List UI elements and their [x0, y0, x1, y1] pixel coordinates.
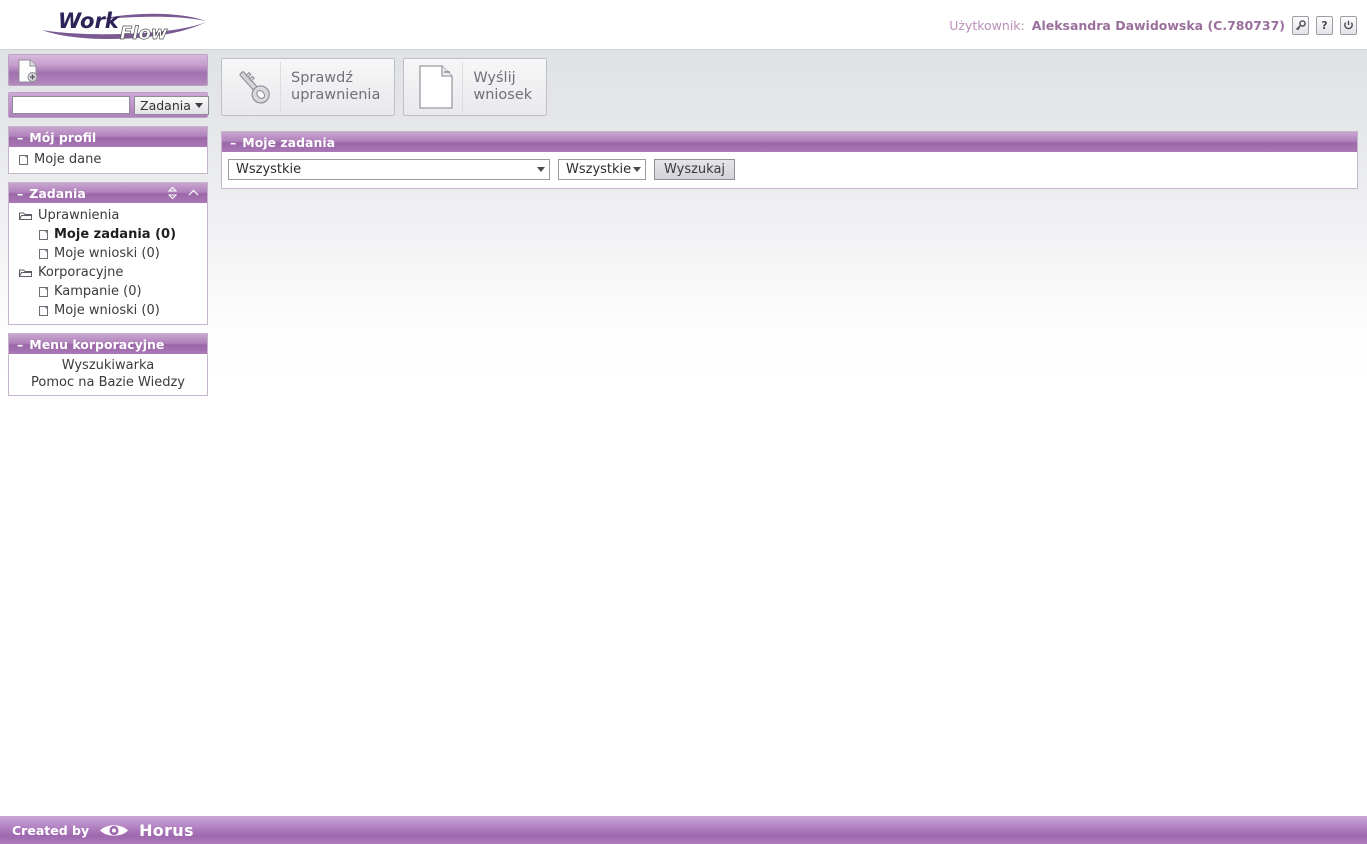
sidebar-item-moje-wnioski-korporacyjne[interactable]: Moje wnioski (0): [9, 301, 207, 320]
search-scope-dropdown[interactable]: Zadania: [134, 95, 209, 115]
page-icon: [19, 154, 28, 165]
page-icon: [39, 305, 48, 316]
panel-corporate-menu-header[interactable]: – Menu korporacyjne: [9, 334, 207, 354]
sidebar-item-label: Kampanie (0): [54, 284, 142, 299]
filter-primary-select[interactable]: Wszystkie: [228, 159, 550, 180]
help-button[interactable]: ?: [1316, 16, 1333, 35]
new-document-icon[interactable]: [17, 59, 39, 87]
panel-my-profile: – Mój profil Moje dane: [8, 126, 208, 174]
filter-secondary-select[interactable]: Wszystkie: [558, 159, 646, 180]
action-label: Wyślij wniosek: [473, 70, 533, 103]
page-icon: [39, 248, 48, 259]
panel-my-profile-body: Moje dane: [9, 147, 207, 173]
panel-tasks-title: Zadania: [29, 185, 86, 201]
user-name: Aleksandra Dawidowska (C.780737): [1031, 18, 1285, 33]
user-label: Użytkownik:: [949, 18, 1025, 33]
top-header-bar: Work Flow Użytkownik: Aleksandra Dawidow…: [0, 0, 1367, 50]
filter-secondary-value: Wszystkie: [566, 162, 632, 177]
panel-tasks-header-icons: [168, 183, 199, 203]
sidebar-item-moje-wnioski-uprawnienia[interactable]: Moje wnioski (0): [9, 244, 207, 263]
quick-actions: Sprawdź uprawnienia Wyślij wniosek: [221, 58, 548, 116]
panel-corporate-menu: – Menu korporacyjne Wyszukiwarka Pomoc n…: [8, 333, 208, 396]
sidebar-item-label: Moje wnioski (0): [54, 246, 160, 261]
main-panel-title: Moje zadania: [242, 134, 336, 150]
panel-my-profile-title: Mój profil: [29, 129, 97, 145]
sidebar-item-label: Moje wnioski (0): [54, 303, 160, 318]
main-panel: – Moje zadania Wszystkie Wszystkie Wyszu…: [221, 131, 1358, 189]
chevron-up-icon[interactable]: [188, 189, 199, 197]
action-wyslij-wniosek[interactable]: Wyślij wniosek: [403, 58, 548, 116]
sidebar-item-label: Korporacyjne: [38, 265, 124, 280]
panel-my-profile-header[interactable]: – Mój profil: [9, 127, 207, 147]
sidebar-search-row: Zadania: [8, 92, 209, 118]
logout-button[interactable]: [1340, 16, 1357, 35]
chevron-down-icon: [194, 102, 203, 108]
sort-updown-icon[interactable]: [168, 187, 177, 199]
link-pomoc-baza-wiedzy[interactable]: Pomoc na Bazie Wiedzy: [9, 374, 207, 391]
footer-bar: Created by Horus: [0, 816, 1367, 844]
sidebar-node-uprawnienia[interactable]: Uprawnienia: [9, 206, 207, 225]
key-icon: [1296, 20, 1306, 31]
page-icon: [39, 286, 48, 297]
new-document-bar[interactable]: [8, 54, 208, 86]
eye-icon: [100, 824, 129, 836]
main-panel-header[interactable]: – Moje zadania: [222, 132, 1357, 152]
sidebar-item-label: Uprawnienia: [38, 208, 120, 223]
page-icon: [39, 229, 48, 240]
key-icon: [228, 62, 281, 112]
power-icon: [1344, 20, 1353, 30]
panel-tasks-header[interactable]: – Zadania: [9, 183, 207, 203]
folder-icon: [19, 269, 32, 277]
sidebar: Zadania – Mój profil Moje dane – Zadania: [8, 54, 209, 396]
sidebar-item-moje-dane[interactable]: Moje dane: [9, 150, 207, 169]
sidebar-item-label: Moje dane: [34, 152, 102, 167]
panel-corporate-menu-title: Menu korporacyjne: [29, 336, 165, 352]
svg-text:Work: Work: [58, 9, 121, 33]
svg-text:Flow: Flow: [120, 23, 168, 44]
folder-icon: [19, 212, 32, 220]
chevron-down-icon: [537, 167, 545, 172]
user-info: Użytkownik: Aleksandra Dawidowska (C.780…: [949, 16, 1357, 35]
search-input[interactable]: [12, 96, 130, 114]
sidebar-item-label: Moje zadania (0): [54, 227, 177, 242]
collapse-toggle-icon[interactable]: –: [230, 135, 236, 150]
search-button[interactable]: Wyszukaj: [654, 159, 736, 180]
collapse-toggle-icon[interactable]: –: [17, 130, 23, 145]
change-password-button[interactable]: [1292, 16, 1309, 35]
sidebar-item-kampanie[interactable]: Kampanie (0): [9, 282, 207, 301]
collapse-toggle-icon[interactable]: –: [17, 186, 23, 201]
document-icon: [410, 62, 464, 112]
link-wyszukiwarka[interactable]: Wyszukiwarka: [9, 357, 207, 374]
panel-tasks: – Zadania Uprawnienia Moje zadania (0) M…: [8, 182, 208, 325]
filter-toolbar: Wszystkie Wszystkie Wyszukaj: [222, 152, 1357, 188]
filter-primary-value: Wszystkie: [236, 162, 302, 177]
action-sprawdz-uprawnienia[interactable]: Sprawdź uprawnienia: [221, 58, 396, 116]
sidebar-item-moje-zadania[interactable]: Moje zadania (0): [9, 225, 207, 244]
workflow-logo: Work Flow: [38, 6, 210, 44]
company-name: Horus: [139, 820, 194, 840]
panel-corporate-menu-body: Wyszukiwarka Pomoc na Bazie Wiedzy: [9, 354, 207, 395]
search-scope-label: Zadania: [140, 97, 191, 113]
chevron-down-icon: [633, 167, 641, 172]
action-label: Sprawdź uprawnienia: [291, 70, 381, 103]
panel-tasks-body: Uprawnienia Moje zadania (0) Moje wniosk…: [9, 203, 207, 324]
created-by-label: Created by: [12, 822, 90, 838]
sidebar-node-korporacyjne[interactable]: Korporacyjne: [9, 263, 207, 282]
collapse-toggle-icon[interactable]: –: [17, 337, 23, 352]
